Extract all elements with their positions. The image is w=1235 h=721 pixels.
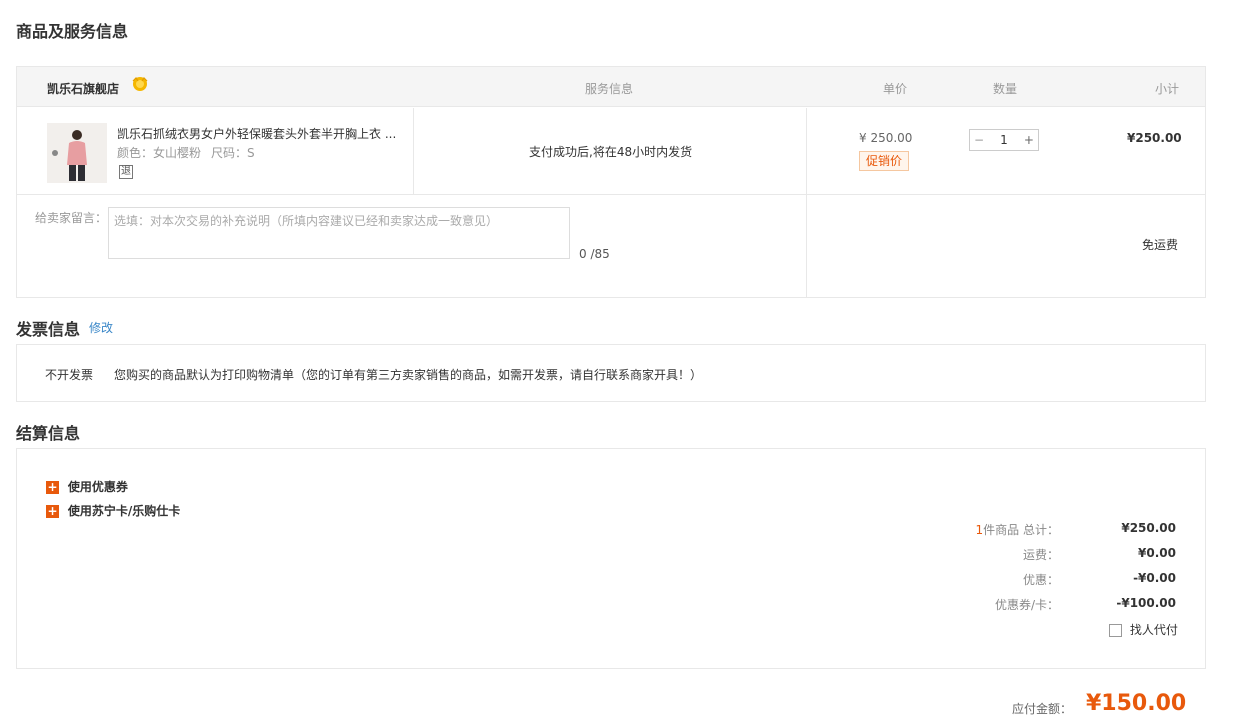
seller-message-input[interactable]: 选填：对本次交易的补充说明（所填内容建议已经和卖家达成一致意见）	[108, 207, 570, 259]
shipping-status: 免运费	[1142, 238, 1179, 252]
use-card-toggle[interactable]: + 使用苏宁卡/乐购仕卡	[46, 502, 180, 519]
product-color: 颜色：女山樱粉	[117, 146, 202, 160]
coupon-card-amount: -¥100.00	[1116, 596, 1176, 610]
product-size: 尺码：S	[211, 146, 255, 160]
shipping-label: 运费：	[1022, 548, 1059, 562]
proxy-pay-option[interactable]: 找人代付	[1109, 621, 1178, 638]
service-column-header: 服务信息	[585, 82, 634, 96]
return-badge-icon: 退	[119, 165, 133, 179]
settlement-section-title: 结算信息	[16, 424, 81, 443]
use-coupon-toggle[interactable]: + 使用优惠券	[46, 478, 128, 495]
table-header: 凯乐石旗舰店 服务信息 单价 数量 小计	[17, 67, 1205, 107]
unit-price: ¥ 250.00	[859, 131, 913, 145]
store-name[interactable]: 凯乐石旗舰店	[47, 80, 119, 97]
divider	[806, 108, 807, 298]
coupon-card-label: 优惠券/卡：	[994, 598, 1059, 612]
product-thumbnail[interactable]	[47, 123, 107, 183]
invoice-note: 您购买的商品默认为打印购物清单（您的订单有第三方卖家销售的商品，如需开发票，请自…	[114, 368, 703, 382]
store-badge-icon	[130, 76, 150, 95]
invoice-edit-link[interactable]: 修改	[89, 319, 113, 336]
invoice-section-title: 发票信息	[16, 320, 81, 339]
payable-label: 应付金额：	[1012, 702, 1073, 716]
service-info-text: 支付成功后,将在48小时内发货	[529, 145, 693, 159]
invoice-box: 不开发票 您购买的商品默认为打印购物清单（您的订单有第三方卖家销售的商品，如需开…	[16, 344, 1206, 402]
proxy-pay-label: 找人代付	[1129, 623, 1178, 637]
invoice-type: 不开发票	[45, 368, 94, 382]
discount-label: 优惠：	[1022, 573, 1059, 587]
divider	[17, 194, 1205, 195]
price-column-header: 单价	[883, 82, 908, 96]
quantity-stepper: − 1 +	[969, 129, 1039, 151]
expand-plus-icon: +	[46, 504, 59, 518]
quantity-value[interactable]: 1	[1000, 133, 1008, 147]
total-label: 1件商品 总计：	[975, 523, 1059, 537]
proxy-pay-checkbox[interactable]	[1109, 624, 1122, 637]
product-name-link[interactable]: 凯乐石抓绒衣男女户外轻保暖套头外套半开胸上衣 ...	[117, 125, 396, 142]
goods-section-title: 商品及服务信息	[16, 22, 129, 41]
divider	[413, 108, 414, 194]
item-subtotal: ¥250.00	[1127, 131, 1182, 145]
quantity-minus-button[interactable]: −	[974, 133, 984, 147]
use-coupon-label: 使用优惠券	[67, 480, 128, 494]
message-label: 给卖家留言：	[35, 211, 108, 225]
subtotal-column-header: 小计	[1155, 82, 1180, 96]
expand-plus-icon: +	[46, 480, 59, 494]
discount-amount: -¥0.00	[1133, 571, 1176, 585]
quantity-column-header: 数量	[993, 82, 1018, 96]
payable-amount: ¥150.00	[1086, 691, 1187, 716]
total-amount: ¥250.00	[1121, 521, 1176, 535]
promo-price-badge: 促销价	[859, 151, 910, 171]
order-table: 凯乐石旗舰店 服务信息 单价 数量 小计 凯乐石抓绒衣男女户外轻保暖套头外套半开…	[16, 66, 1206, 298]
shipping-amount: ¥0.00	[1138, 546, 1176, 560]
use-card-label: 使用苏宁卡/乐购仕卡	[67, 504, 181, 518]
message-char-counter: 0 /85	[579, 247, 610, 261]
settlement-box: + 使用优惠券 + 使用苏宁卡/乐购仕卡 1件商品 总计： ¥250.00 运费…	[16, 448, 1206, 669]
quantity-plus-button[interactable]: +	[1024, 133, 1034, 147]
